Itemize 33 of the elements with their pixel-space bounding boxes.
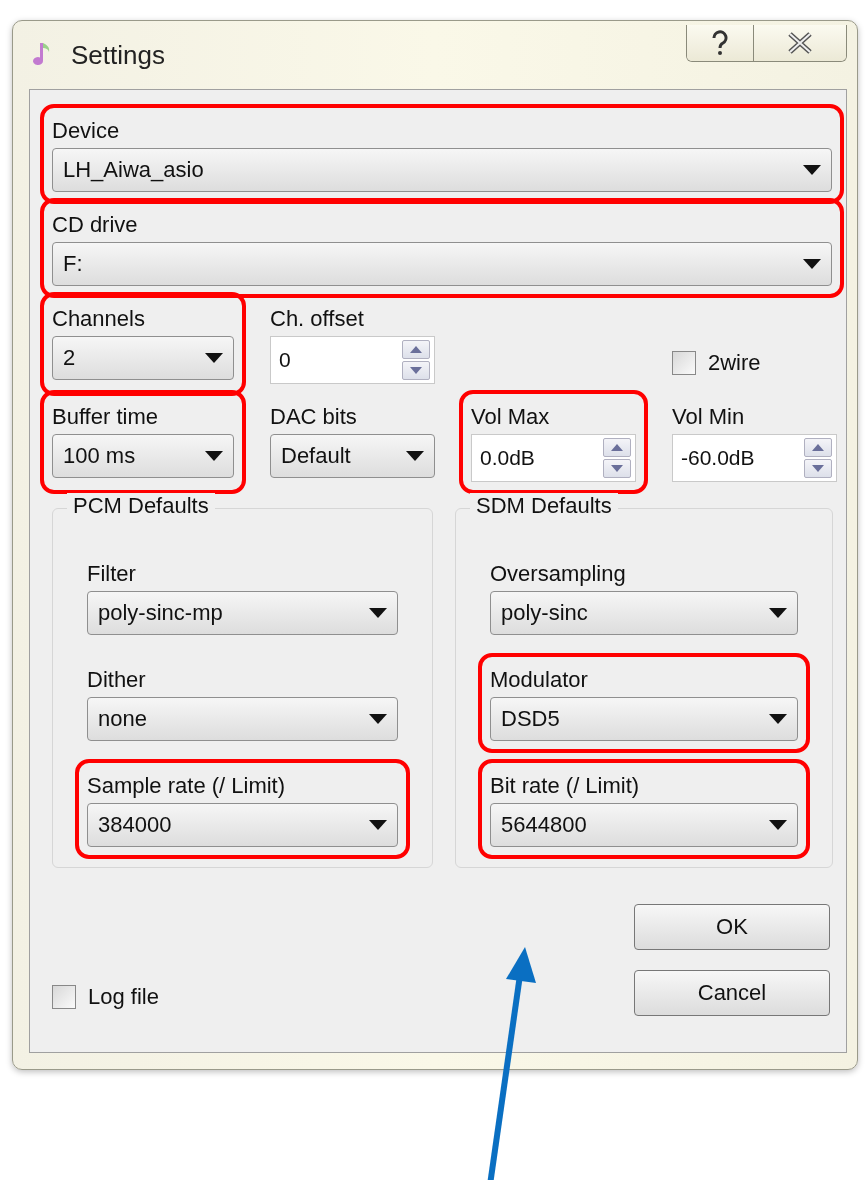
ok-button[interactable]: OK [634, 904, 830, 950]
field-label: Filter [87, 561, 137, 587]
field-label: Dither [87, 667, 147, 693]
field-label: Modulator [490, 667, 589, 693]
spin-field[interactable]: 0 [270, 336, 435, 384]
field-label: Bit rate (/ Limit) [490, 773, 641, 799]
dropdown[interactable]: F: [52, 242, 832, 286]
dropdown[interactable]: DSD5 [490, 697, 798, 741]
field-label: Oversampling [490, 561, 627, 587]
checkbox-label: 2wire [708, 350, 761, 376]
dropdown[interactable]: 2 [52, 336, 234, 380]
dropdown[interactable]: none [87, 697, 398, 741]
field-label: Device [52, 118, 121, 144]
window-title: Settings [71, 39, 166, 71]
dropdown[interactable]: 384000 [87, 803, 398, 847]
dropdown[interactable]: poly-sinc [490, 591, 798, 635]
field-label: Buffer time [52, 404, 159, 430]
checkbox-label: Log file [88, 984, 159, 1010]
field-label: CD drive [52, 212, 139, 238]
spin-field[interactable]: 0.0dB [471, 434, 636, 482]
field-label: Sample rate (/ Limit) [87, 773, 287, 799]
field-label: Vol Max [471, 404, 551, 430]
dropdown[interactable]: Default [270, 434, 435, 478]
dropdown[interactable]: poly-sinc-mp [87, 591, 398, 635]
field-label: Vol Min [672, 404, 746, 430]
cancel-button[interactable]: Cancel [634, 970, 830, 1016]
dropdown[interactable]: LH_Aiwa_asio [52, 148, 832, 192]
dropdown[interactable]: 100 ms [52, 434, 234, 478]
spin-field[interactable]: -60.0dB [672, 434, 837, 482]
field-label: DAC bits [270, 404, 358, 430]
field-label: Ch. offset [270, 306, 365, 332]
field-label: Channels [52, 306, 146, 332]
dropdown[interactable]: 5644800 [490, 803, 798, 847]
